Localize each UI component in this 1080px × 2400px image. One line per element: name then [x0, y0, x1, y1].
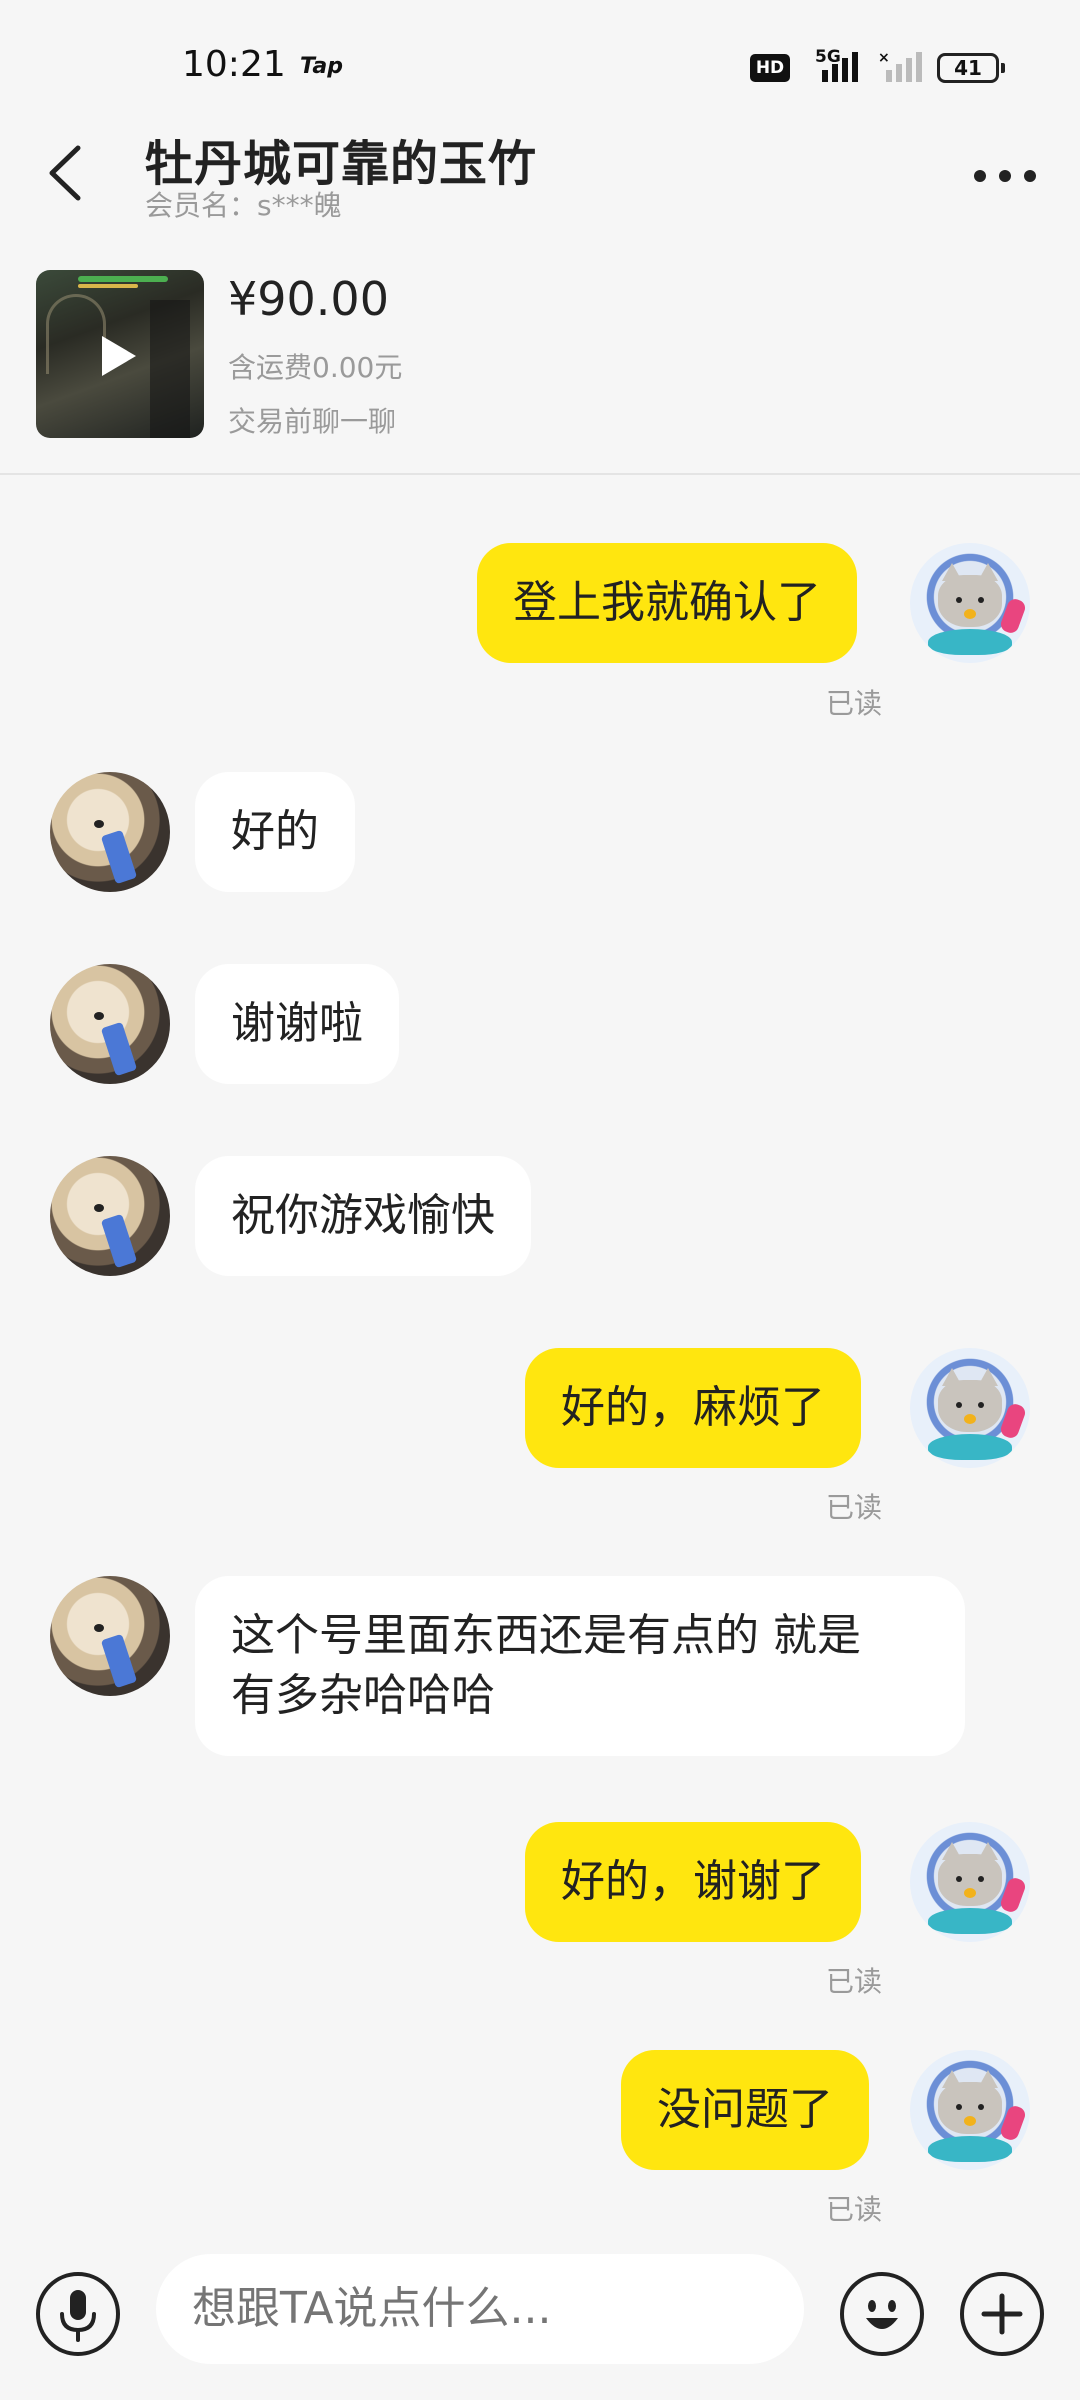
svg-text:×: ×	[878, 50, 890, 66]
product-card[interactable]: ¥90.00 含运费0.00元 交易前聊一聊	[0, 250, 1080, 475]
read-status: 已读	[826, 1965, 883, 1998]
message-bubble-received[interactable]: 好的	[195, 772, 355, 892]
my-avatar[interactable]	[910, 2050, 1030, 2170]
shipping-fee: 含运费0.00元	[228, 351, 403, 384]
message-text-line: 有多杂哈哈哈	[231, 1670, 495, 1721]
thumbnail-arch	[46, 294, 106, 374]
product-thumbnail[interactable]	[36, 270, 204, 438]
message-bubble-sent[interactable]: 没问题了	[621, 2050, 869, 2170]
microphone-icon	[60, 2290, 96, 2342]
plus-icon	[981, 2293, 1023, 2335]
seller-avatar[interactable]	[50, 1156, 170, 1276]
taptap-notification-icon: Tap	[300, 54, 343, 79]
my-avatar[interactable]	[910, 1822, 1030, 1942]
message-text: 好的，麻烦了	[561, 1382, 825, 1433]
message-text-line: 这个号里面东西还是有点的 就是	[231, 1610, 861, 1661]
message-text: 没问题了	[657, 2084, 833, 2135]
signal-icon	[822, 52, 858, 82]
status-bar: 10:21 Tap HD 5G × 41	[0, 0, 1080, 130]
message-bubble-sent[interactable]: 登上我就确认了	[477, 543, 857, 663]
member-name: 会员名：s***魄	[145, 189, 342, 222]
message-bubble-sent[interactable]: 好的，谢谢了	[525, 1822, 861, 1942]
battery-icon: 41	[937, 53, 1005, 83]
plus-button[interactable]	[960, 2272, 1044, 2356]
message-bubble-received[interactable]: 这个号里面东西还是有点的 就是 有多杂哈哈哈	[195, 1576, 965, 1756]
emoji-button[interactable]	[840, 2272, 924, 2356]
message-text: 好的	[231, 806, 319, 857]
message-bubble-received[interactable]: 谢谢啦	[195, 964, 399, 1084]
message-text: 祝你游戏愉快	[231, 1190, 495, 1241]
input-bar	[0, 2240, 1080, 2400]
read-status: 已读	[826, 2193, 883, 2226]
product-price: ¥90.00	[228, 272, 389, 326]
thumbnail-health-bar	[78, 276, 168, 282]
message-text: 好的，谢谢了	[561, 1856, 825, 1907]
read-status: 已读	[826, 687, 883, 720]
chat-before-trade-note: 交易前聊一聊	[228, 405, 397, 438]
message-text: 谢谢啦	[231, 998, 363, 1049]
status-time: 10:21	[182, 44, 286, 85]
chat-header: 牡丹城可靠的玉竹 会员名：s***魄	[0, 120, 1080, 230]
message-bubble-sent[interactable]: 好的，麻烦了	[525, 1348, 861, 1468]
back-button[interactable]	[40, 138, 100, 208]
play-icon	[102, 336, 136, 376]
my-avatar[interactable]	[910, 543, 1030, 663]
emoji-icon	[866, 2300, 898, 2329]
more-horizontal-icon	[974, 170, 1036, 182]
message-text: 登上我就确认了	[513, 577, 821, 628]
read-status: 已读	[826, 1491, 883, 1524]
seller-avatar[interactable]	[50, 964, 170, 1084]
seller-avatar[interactable]	[50, 1576, 170, 1696]
my-avatar[interactable]	[910, 1348, 1030, 1468]
chevron-left-icon	[49, 145, 81, 201]
thumbnail-status-bar	[78, 284, 138, 288]
message-input[interactable]	[156, 2254, 804, 2364]
voice-button[interactable]	[36, 2272, 120, 2356]
message-bubble-received[interactable]: 祝你游戏愉快	[195, 1156, 531, 1276]
more-button[interactable]	[970, 150, 1040, 200]
seller-avatar[interactable]	[50, 772, 170, 892]
signal-sim2-icon: ×	[878, 50, 922, 82]
hd-voice-icon: HD	[750, 54, 790, 82]
thumbnail-pillar	[150, 300, 190, 438]
